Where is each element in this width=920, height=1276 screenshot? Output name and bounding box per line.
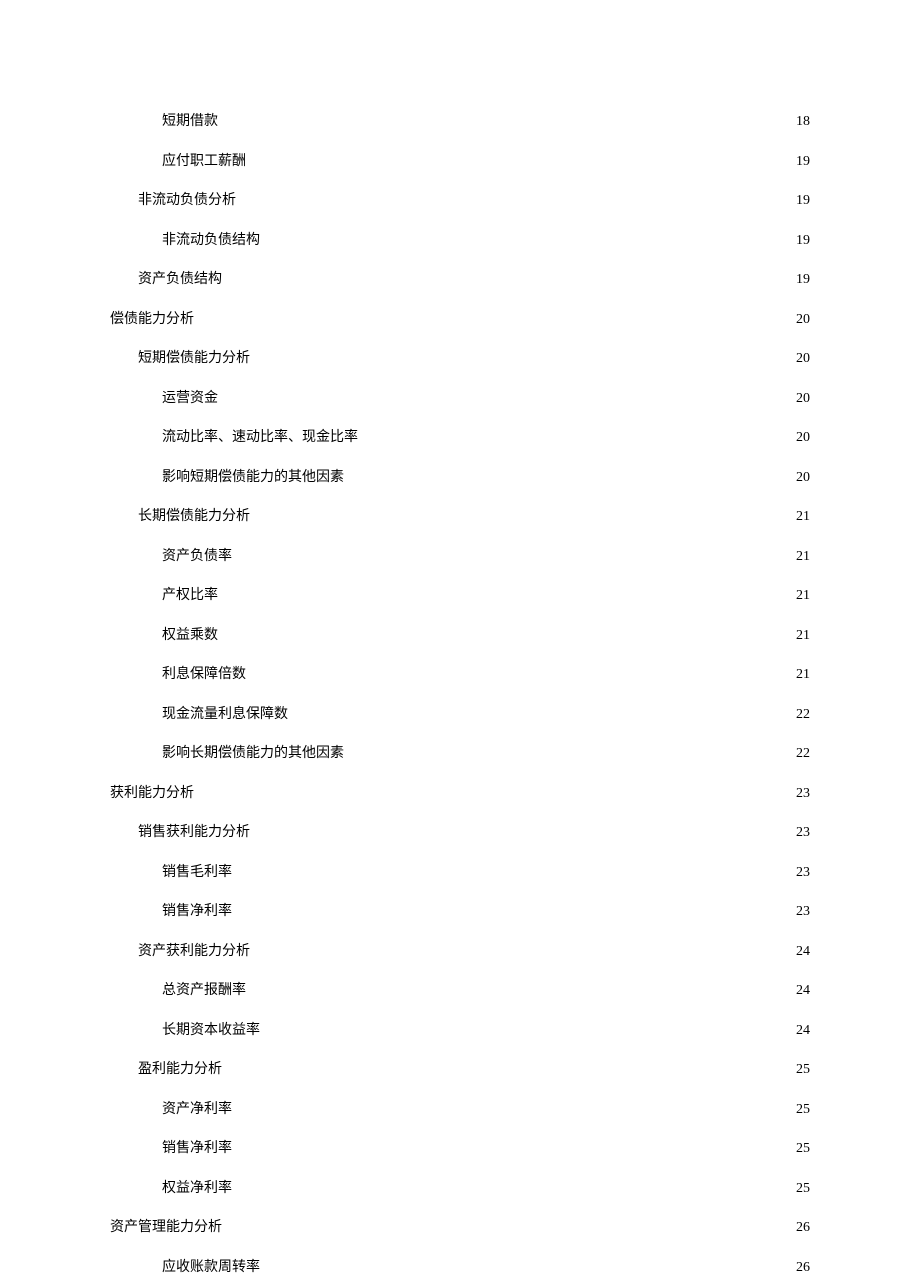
toc-entry: 盈利能力分析 25 bbox=[110, 1058, 810, 1078]
toc-title: 权益净利率 bbox=[162, 1177, 232, 1197]
toc-title: 应收账款周转率 bbox=[162, 1256, 260, 1276]
toc-page-number: 22 bbox=[796, 707, 810, 723]
toc-page-number: 23 bbox=[796, 786, 810, 802]
toc-page-number: 24 bbox=[796, 944, 810, 960]
toc-entry: 长期资本收益率 24 bbox=[110, 1019, 810, 1039]
toc-entry: 流动比率、速动比率、现金比率 20 bbox=[110, 426, 810, 446]
toc-entry: 应收账款周转率 26 bbox=[110, 1256, 810, 1276]
toc-title: 资产管理能力分析 bbox=[110, 1216, 222, 1236]
toc-page-number: 25 bbox=[796, 1102, 810, 1118]
toc-title: 影响短期偿债能力的其他因素 bbox=[162, 466, 344, 486]
toc-title: 资产获利能力分析 bbox=[138, 940, 250, 960]
toc-page-number: 20 bbox=[796, 351, 810, 367]
toc-page-number: 21 bbox=[796, 549, 810, 565]
toc-page-number: 23 bbox=[796, 865, 810, 881]
toc-page-number: 23 bbox=[796, 825, 810, 841]
toc-entry: 获利能力分析 23 bbox=[110, 782, 810, 802]
toc-entry: 影响短期偿债能力的其他因素 20 bbox=[110, 466, 810, 486]
toc-title: 销售净利率 bbox=[162, 900, 232, 920]
toc-page-number: 25 bbox=[796, 1141, 810, 1157]
toc-title: 长期资本收益率 bbox=[162, 1019, 260, 1039]
toc-entry: 短期偿债能力分析 20 bbox=[110, 347, 810, 367]
toc-entry: 偿债能力分析 20 bbox=[110, 308, 810, 328]
toc-entry: 长期偿债能力分析 21 bbox=[110, 505, 810, 525]
toc-title: 总资产报酬率 bbox=[162, 979, 246, 999]
toc-title: 现金流量利息保障数 bbox=[162, 703, 288, 723]
toc-title: 流动比率、速动比率、现金比率 bbox=[162, 426, 358, 446]
toc-entry: 权益乘数 21 bbox=[110, 624, 810, 644]
toc-title: 资产净利率 bbox=[162, 1098, 232, 1118]
toc-entry: 运营资金 20 bbox=[110, 387, 810, 407]
toc-page-number: 19 bbox=[796, 193, 810, 209]
toc-title: 短期偿债能力分析 bbox=[138, 347, 250, 367]
toc-page-number: 21 bbox=[796, 628, 810, 644]
toc-page-number: 25 bbox=[796, 1181, 810, 1197]
toc-entry: 应付职工薪酬 19 bbox=[110, 150, 810, 170]
toc-entry: 销售获利能力分析 23 bbox=[110, 821, 810, 841]
toc-page-number: 18 bbox=[796, 114, 810, 130]
toc-entry: 资产获利能力分析 24 bbox=[110, 940, 810, 960]
toc-title: 短期借款 bbox=[162, 110, 218, 130]
toc-title: 应付职工薪酬 bbox=[162, 150, 246, 170]
toc-title: 获利能力分析 bbox=[110, 782, 194, 802]
toc-entry: 资产负债率 21 bbox=[110, 545, 810, 565]
toc-entry: 非流动负债分析 19 bbox=[110, 189, 810, 209]
toc-entry: 短期借款 18 bbox=[110, 110, 810, 130]
toc-page-number: 26 bbox=[796, 1260, 810, 1276]
toc-entry: 销售净利率 25 bbox=[110, 1137, 810, 1157]
toc-page-number: 21 bbox=[796, 667, 810, 683]
toc-title: 偿债能力分析 bbox=[110, 308, 194, 328]
toc-entry: 资产管理能力分析 26 bbox=[110, 1216, 810, 1236]
toc-title: 利息保障倍数 bbox=[162, 663, 246, 683]
toc-page-number: 20 bbox=[796, 470, 810, 486]
toc-entry: 资产负债结构 19 bbox=[110, 268, 810, 288]
toc-page-number: 20 bbox=[796, 391, 810, 407]
toc-page-number: 22 bbox=[796, 746, 810, 762]
toc-entry: 现金流量利息保障数 22 bbox=[110, 703, 810, 723]
toc-entry: 销售净利率 23 bbox=[110, 900, 810, 920]
toc-page-number: 25 bbox=[796, 1062, 810, 1078]
toc-title: 产权比率 bbox=[162, 584, 218, 604]
toc-entry: 总资产报酬率 24 bbox=[110, 979, 810, 999]
toc-title: 盈利能力分析 bbox=[138, 1058, 222, 1078]
toc-entry: 产权比率 21 bbox=[110, 584, 810, 604]
toc-page-number: 21 bbox=[796, 588, 810, 604]
toc-title: 影响长期偿债能力的其他因素 bbox=[162, 742, 344, 762]
toc-entry: 资产净利率 25 bbox=[110, 1098, 810, 1118]
toc-page-number: 19 bbox=[796, 233, 810, 249]
toc-title: 非流动负债结构 bbox=[162, 229, 260, 249]
toc-page-number: 19 bbox=[796, 154, 810, 170]
toc-title: 长期偿债能力分析 bbox=[138, 505, 250, 525]
toc-title: 销售获利能力分析 bbox=[138, 821, 250, 841]
toc-title: 非流动负债分析 bbox=[138, 189, 236, 209]
toc-page-number: 24 bbox=[796, 1023, 810, 1039]
toc-entry: 利息保障倍数 21 bbox=[110, 663, 810, 683]
toc-page-number: 26 bbox=[796, 1220, 810, 1236]
toc-page-number: 23 bbox=[796, 904, 810, 920]
toc-title: 权益乘数 bbox=[162, 624, 218, 644]
toc-title: 资产负债结构 bbox=[138, 268, 222, 288]
toc-page-number: 21 bbox=[796, 509, 810, 525]
toc-title: 销售毛利率 bbox=[162, 861, 232, 881]
toc-page-number: 24 bbox=[796, 983, 810, 999]
toc-page-number: 19 bbox=[796, 272, 810, 288]
table-of-contents: 短期借款 18 应付职工薪酬 19 非流动负债分析 19 非流动负债结构 19 资产负债结构 19… bbox=[110, 110, 810, 1276]
toc-entry: 非流动负债结构 19 bbox=[110, 229, 810, 249]
toc-entry: 影响长期偿债能力的其他因素 22 bbox=[110, 742, 810, 762]
toc-entry: 权益净利率 25 bbox=[110, 1177, 810, 1197]
toc-title: 运营资金 bbox=[162, 387, 218, 407]
toc-page-number: 20 bbox=[796, 312, 810, 328]
toc-title: 销售净利率 bbox=[162, 1137, 232, 1157]
toc-title: 资产负债率 bbox=[162, 545, 232, 565]
toc-page-number: 20 bbox=[796, 430, 810, 446]
toc-entry: 销售毛利率 23 bbox=[110, 861, 810, 881]
